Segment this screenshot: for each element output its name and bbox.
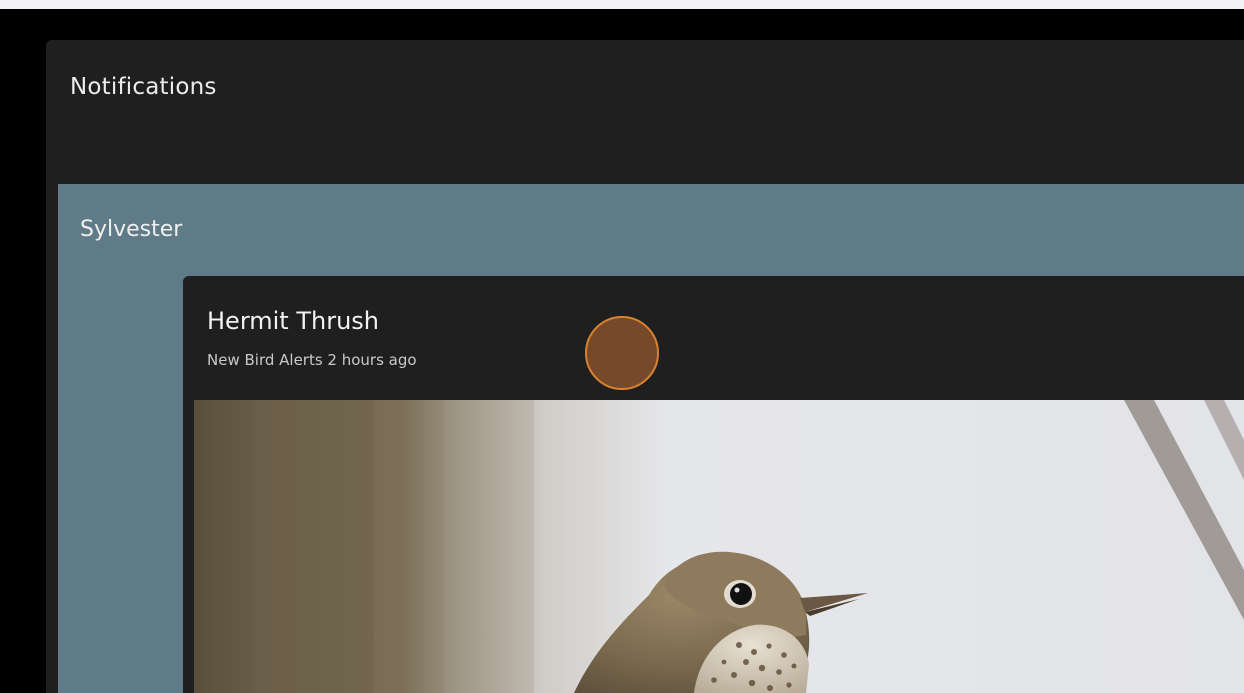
page-title: Notifications (70, 74, 217, 100)
bird-photo[interactable] (194, 400, 1244, 693)
bird-photo-image (194, 400, 1244, 693)
group-title: Sylvester (80, 217, 183, 242)
notification-group-sylvester[interactable]: Sylvester Hermit Thrush New Bird Alerts … (58, 184, 1244, 693)
touch-cursor-indicator (585, 316, 659, 390)
notification-title: Hermit Thrush (207, 307, 380, 335)
notification-card[interactable]: Hermit Thrush New Bird Alerts 2 hours ag… (183, 276, 1244, 693)
notification-meta: New Bird Alerts 2 hours ago (207, 351, 417, 369)
top-edge-strip (0, 0, 1244, 9)
